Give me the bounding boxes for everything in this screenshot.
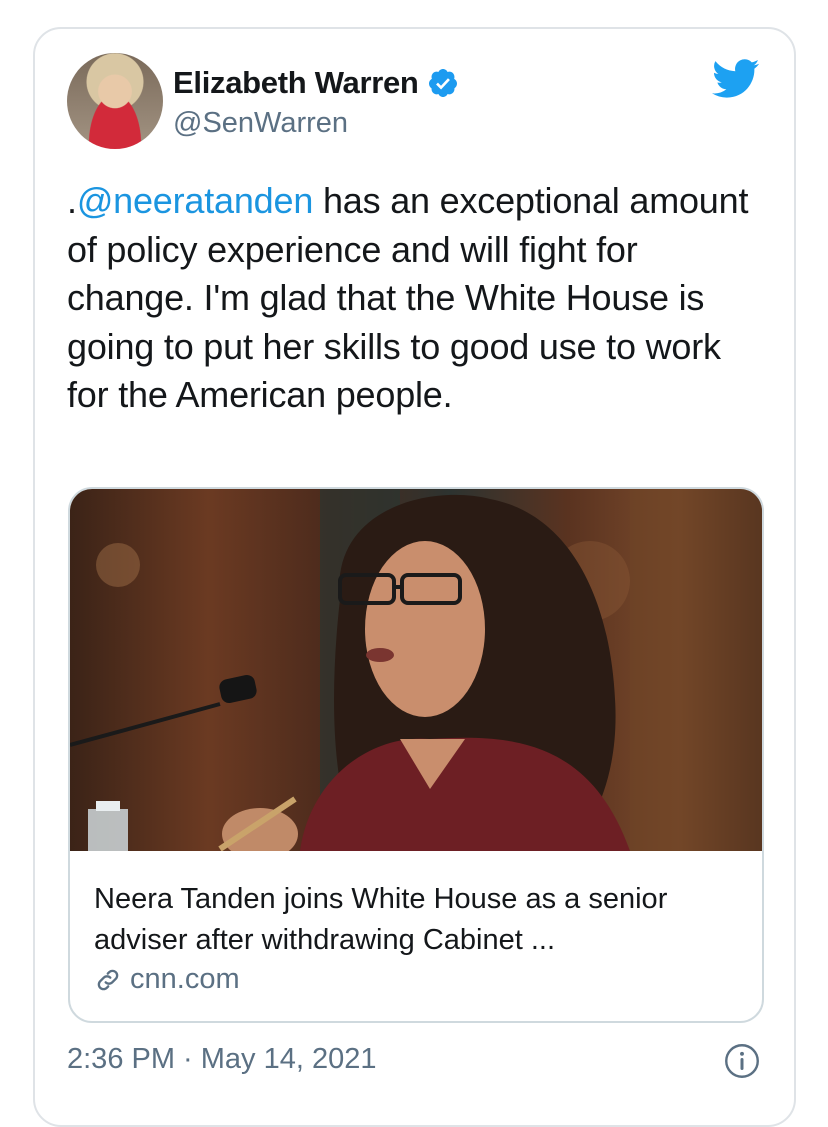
author-handle[interactable]: @SenWarren — [173, 107, 348, 140]
link-preview-card[interactable]: Neera Tanden joins White House as a seni… — [68, 487, 764, 1023]
verified-badge-icon — [428, 69, 457, 97]
tweet-text: .@neeratanden has an exceptional amount … — [67, 177, 767, 420]
twitter-bird-icon[interactable] — [712, 59, 760, 99]
tweet-card[interactable]: Elizabeth Warren @SenWarren .@neeratande… — [33, 27, 796, 1127]
link-preview-title[interactable]: Neera Tanden joins White House as a seni… — [94, 879, 734, 961]
mention-link[interactable]: @neeratanden — [77, 180, 314, 221]
link-preview-image[interactable] — [70, 489, 762, 851]
tweet-header: Elizabeth Warren @SenWarren — [67, 53, 762, 153]
info-icon[interactable] — [724, 1043, 760, 1079]
author-display-name[interactable]: Elizabeth Warren — [173, 65, 419, 101]
tweet-timestamp[interactable]: 2:36 PM · May 14, 2021 — [67, 1043, 377, 1076]
link-preview-domain-row[interactable]: cnn.com — [94, 963, 240, 996]
avatar[interactable] — [67, 53, 163, 149]
tweet-text-prefix: . — [67, 180, 77, 221]
link-icon — [97, 969, 119, 990]
author-name-row[interactable]: Elizabeth Warren — [173, 65, 459, 101]
link-preview-domain[interactable]: cnn.com — [130, 963, 240, 996]
